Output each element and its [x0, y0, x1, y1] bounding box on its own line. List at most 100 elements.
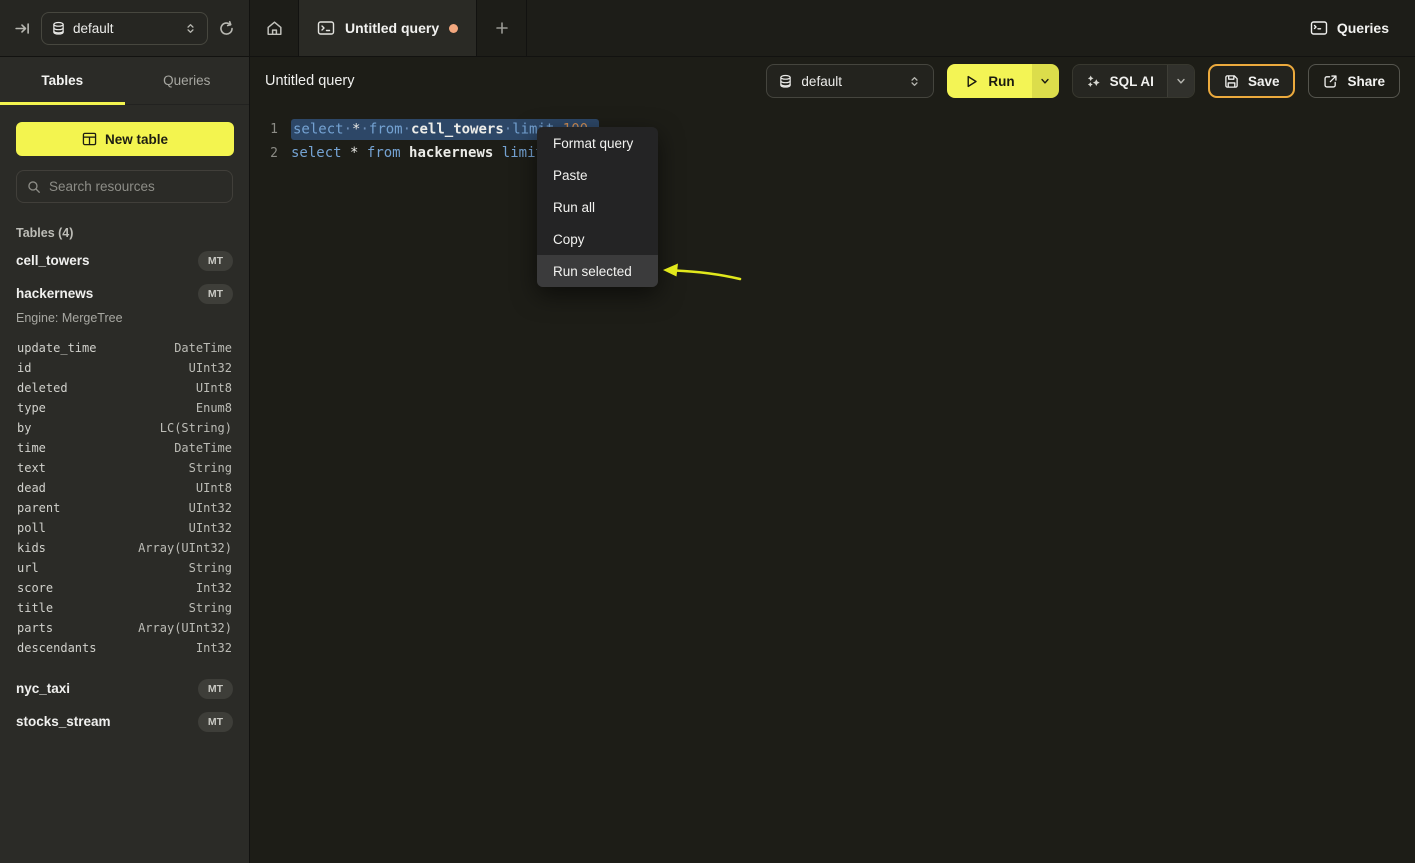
column-name: dead	[17, 481, 46, 495]
menu-item-format-query[interactable]: Format query	[537, 127, 658, 159]
share-button-label: Share	[1347, 74, 1385, 89]
active-tab-underline	[0, 102, 125, 105]
database-select-toolbar[interactable]: default	[766, 64, 934, 98]
sidebar: Tables Queries New table Tables (4)	[0, 57, 250, 863]
search-box	[16, 170, 233, 203]
sql-editor[interactable]: 1 select·*·from·cell_towers·limit·100· 2…	[250, 105, 1415, 863]
sql-ai-button[interactable]: SQL AI	[1073, 65, 1167, 97]
table-name: cell_towers	[16, 253, 90, 268]
code-line-1[interactable]: 1 select·*·from·cell_towers·limit·100·	[250, 117, 1415, 141]
run-button-group: Run	[947, 64, 1058, 98]
code-line-2[interactable]: 2 select * from hackernews limit	[250, 141, 1415, 165]
sql-ai-caret-button[interactable]	[1167, 65, 1194, 97]
column-name: type	[17, 401, 46, 415]
tab-strip: Untitled query Queries	[250, 0, 1415, 56]
engine-badge: MT	[198, 284, 233, 304]
tab-untitled-query[interactable]: Untitled query	[298, 0, 477, 56]
whitespace-dot: ·	[504, 121, 512, 137]
sidebar-tabs: Tables Queries	[0, 57, 249, 105]
column-type: Enum8	[196, 401, 232, 415]
collapse-sidebar-button[interactable]	[14, 20, 31, 37]
sidebar-tab-tables[interactable]: Tables	[0, 57, 125, 104]
space	[342, 145, 350, 161]
column-name: poll	[17, 521, 46, 535]
query-title: Untitled query	[265, 73, 354, 89]
column-type: UInt8	[196, 381, 232, 395]
search-input[interactable]	[49, 179, 222, 194]
table-row-cell-towers[interactable]: cell_towers MT	[0, 244, 249, 277]
tables-section-label: Tables (4)	[16, 226, 233, 240]
run-button-label: Run	[988, 74, 1014, 89]
column-row: scoreInt32	[0, 578, 249, 598]
new-table-button[interactable]: New table	[16, 122, 234, 156]
column-name: update_time	[17, 341, 96, 355]
table-row-stocks-stream[interactable]: stocks_stream MT	[0, 705, 249, 738]
engine-badge: MT	[198, 251, 233, 271]
chevron-down-icon	[1175, 75, 1187, 87]
tab-title: Untitled query	[345, 20, 439, 36]
new-table-label: New table	[105, 132, 168, 147]
run-button[interactable]: Run	[947, 64, 1031, 98]
whitespace-dot: ·	[360, 121, 368, 137]
sql-keyword: from	[369, 121, 403, 137]
home-button[interactable]	[250, 0, 298, 56]
search-icon	[27, 180, 41, 194]
menu-item-run-all[interactable]: Run all	[537, 191, 658, 223]
chevron-updown-icon	[184, 21, 197, 36]
column-type: String	[189, 601, 232, 615]
code-content: select * from hackernews limit	[291, 145, 544, 161]
home-icon	[265, 19, 284, 38]
table-row-nyc-taxi[interactable]: nyc_taxi MT	[0, 672, 249, 705]
sql-table-name: cell_towers	[411, 121, 504, 137]
column-row: partsArray(UInt32)	[0, 618, 249, 638]
queries-panel-button[interactable]: Queries	[1310, 0, 1389, 56]
sql-keyword: from	[367, 145, 401, 161]
table-name: hackernews	[16, 286, 93, 301]
column-type: Array(UInt32)	[138, 541, 232, 555]
sql-keyword: select	[291, 145, 342, 161]
column-row: deletedUInt8	[0, 378, 249, 398]
column-row: descendantsInt32	[0, 638, 249, 658]
column-type: UInt32	[189, 361, 232, 375]
column-name: descendants	[17, 641, 96, 655]
column-type: LC(String)	[160, 421, 232, 435]
share-button[interactable]: Share	[1308, 64, 1400, 98]
column-row: parent UInt32	[0, 498, 249, 518]
save-button[interactable]: Save	[1208, 64, 1296, 98]
table-row-hackernews[interactable]: hackernews MT	[0, 277, 249, 310]
column-row: update_time DateTime	[0, 338, 249, 358]
column-row: type Enum8	[0, 398, 249, 418]
save-floppy-icon	[1224, 74, 1239, 89]
column-type: DateTime	[174, 341, 232, 355]
menu-item-run-selected[interactable]: Run selected	[537, 255, 658, 287]
column-type: UInt32	[189, 501, 232, 515]
queries-button-label: Queries	[1337, 20, 1389, 36]
space	[401, 145, 409, 161]
terminal-icon	[317, 20, 335, 36]
column-name: parent	[17, 501, 60, 515]
column-type: UInt8	[196, 481, 232, 495]
sidebar-tab-queries[interactable]: Queries	[125, 57, 250, 104]
database-select-value: default	[73, 21, 176, 36]
refresh-button[interactable]	[218, 20, 235, 37]
app-root: { "topbar": { "database_select": "defaul…	[0, 0, 1415, 863]
sql-ai-button-group: SQL AI	[1072, 64, 1195, 98]
column-type: DateTime	[174, 441, 232, 455]
new-tab-button[interactable]	[477, 0, 527, 56]
table-engine-label: Engine: MergeTree	[0, 310, 249, 334]
line-number: 2	[250, 146, 278, 161]
database-select-topbar[interactable]: default	[41, 12, 208, 45]
sql-ai-label: SQL AI	[1110, 74, 1154, 89]
plus-icon	[494, 20, 510, 36]
run-options-caret-button[interactable]	[1032, 64, 1059, 98]
column-type: UInt32	[189, 521, 232, 535]
column-row: timeDateTime	[0, 438, 249, 458]
editor-context-menu: Format query Paste Run all Copy Run sele…	[537, 127, 658, 287]
menu-item-copy[interactable]: Copy	[537, 223, 658, 255]
database-select-value: default	[801, 74, 899, 89]
menu-item-paste[interactable]: Paste	[537, 159, 658, 191]
main-panel: Untitled query default	[250, 57, 1415, 863]
collapse-right-icon	[14, 20, 31, 37]
chevron-down-icon	[1039, 75, 1051, 87]
space	[493, 145, 501, 161]
